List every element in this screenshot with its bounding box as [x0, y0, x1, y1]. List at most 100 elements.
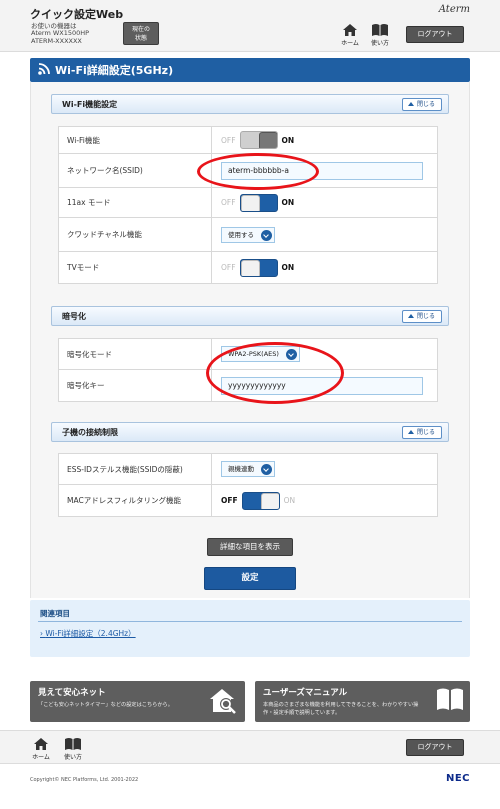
row-label: ネットワーク名(SSID): [59, 154, 212, 187]
mac-filter-toggle[interactable]: OFF ON: [221, 491, 295, 511]
banner-title: 見えて安心ネット: [38, 688, 106, 698]
toggle-off-label: OFF: [221, 496, 238, 505]
footer-logout-button[interactable]: ログアウト: [406, 739, 464, 756]
row-label: ESS-IDステルス機能(SSIDの隠蔽): [59, 454, 212, 484]
toggle-knob: [258, 132, 277, 148]
home-nav[interactable]: ホーム: [339, 23, 361, 47]
related-title: 関連項目: [40, 609, 70, 618]
wifi-function-section-header: Wi-Fi機能設定 閉じる: [51, 94, 449, 114]
device-id: ATERM-XXXXXX: [31, 37, 82, 45]
footer-bar: ホーム 使い方 ログアウト: [0, 730, 500, 764]
logout-button[interactable]: ログアウト: [406, 26, 464, 43]
11ax-toggle[interactable]: OFF ON: [221, 193, 294, 213]
chevron-up-icon: [408, 102, 414, 106]
related-items-panel: 関連項目 › Wi-Fi詳細設定（2.4GHz）: [30, 600, 470, 657]
toggle-knob: [240, 194, 260, 211]
home-label: ホーム: [32, 754, 50, 761]
banner-desc-line: 本商品のさまざまな機能を利用してできることを、わかりやすい操: [263, 702, 419, 708]
house-search-icon: [210, 689, 236, 714]
help-label: 使い方: [370, 40, 389, 47]
book-icon: [437, 688, 463, 710]
row-ssid-stealth: ESS-IDステルス機能(SSIDの隠蔽) 親機連動: [58, 453, 438, 485]
row-wifi-function: Wi-Fi機能 OFF ON: [58, 126, 438, 154]
toggle-on-label: ON: [283, 496, 296, 505]
client-restriction-section-header: 子機の接続制限 閉じる: [51, 422, 449, 442]
show-details-button[interactable]: 詳細な項目を表示: [207, 538, 293, 556]
quad-channel-select[interactable]: 使用する: [221, 226, 275, 243]
wifi-icon: [38, 63, 50, 75]
current-status-button[interactable]: 現在の 状態: [123, 22, 159, 45]
book-icon: [372, 24, 388, 36]
collapse-button[interactable]: 閉じる: [402, 426, 442, 439]
copyright: Copyright© NEC Platforms, Ltd. 2001-2022: [30, 777, 139, 783]
row-encryption-key: 暗号化キー: [58, 370, 438, 402]
chevron-up-icon: [408, 314, 414, 318]
banner-desc: 本商品のさまざまな機能を利用してできることを、わかりやすい操 作・設定手順で説明…: [263, 701, 418, 717]
chevron-down-icon: [285, 349, 297, 360]
toggle-track: [239, 193, 278, 212]
toggle-on-label: ON: [281, 135, 295, 145]
home-label: ホーム: [341, 40, 359, 47]
apply-button[interactable]: 設定: [204, 567, 296, 590]
row-label: 暗号化キー: [59, 370, 212, 401]
row-encryption-mode: 暗号化モード WPA2-PSK(AES): [58, 338, 438, 370]
book-icon: [65, 738, 81, 750]
page-title-bar: Wi-Fi詳細設定(5GHz): [30, 58, 470, 82]
safe-net-banner[interactable]: 見えて安心ネット 「こども安心ネットタイマー」などの設定はこちらから。: [30, 681, 245, 722]
home-icon: [34, 738, 48, 750]
collapse-label: 閉じる: [417, 101, 436, 108]
row-label: 11ax モード: [59, 188, 212, 217]
row-label: 暗号化モード: [59, 339, 212, 369]
footer-help-nav[interactable]: 使い方: [61, 737, 85, 761]
toggle-on-label: ON: [281, 198, 295, 207]
wifi-function-toggle[interactable]: OFF ON: [221, 130, 294, 150]
encryption-key-input[interactable]: [221, 376, 423, 395]
toggle-track: [239, 131, 278, 149]
toggle-knob: [260, 492, 279, 509]
footer-home-nav[interactable]: ホーム: [30, 737, 52, 761]
banner-title: ユーザーズマニュアル: [263, 688, 348, 698]
row-tv-mode: TVモード OFF ON: [58, 252, 438, 284]
row-mac-filter: MACアドレスフィルタリング機能 OFF ON: [58, 485, 438, 517]
chevron-down-icon: [261, 464, 272, 475]
page-title: Wi-Fi詳細設定(5GHz): [55, 64, 174, 77]
collapse-label: 閉じる: [417, 313, 436, 320]
top-header: クイック設定Web お使いの機器は Aterm WX1500HP ATERM-X…: [0, 0, 500, 52]
ssid-stealth-select[interactable]: 親機連動: [221, 461, 275, 477]
banner-desc-line: 作・設定手順で説明しています。: [263, 710, 341, 716]
divider: [38, 621, 462, 622]
select-value: 親機連動: [228, 465, 254, 473]
home-icon: [343, 24, 357, 36]
collapse-button[interactable]: 閉じる: [402, 310, 442, 323]
chevron-up-icon: [408, 430, 414, 434]
encryption-section-header: 暗号化 閉じる: [51, 306, 449, 326]
row-label: TVモード: [59, 252, 212, 283]
banner-desc: 「こども安心ネットタイマー」などの設定はこちらから。: [38, 702, 173, 708]
row-quad-channel: クワッドチャネル機能 使用する: [58, 218, 438, 252]
chevron-down-icon: [261, 229, 272, 241]
section-title: 暗号化: [62, 312, 86, 321]
row-label: MACアドレスフィルタリング機能: [59, 485, 212, 516]
toggle-on-label: ON: [281, 263, 295, 272]
nec-logo: NEC: [445, 773, 470, 784]
encryption-mode-select[interactable]: WPA2-PSK(AES): [221, 346, 300, 362]
help-label: 使い方: [63, 754, 82, 761]
aterm-logo: Aterm: [438, 4, 470, 15]
toggle-off-label: OFF: [221, 263, 236, 272]
help-nav[interactable]: 使い方: [368, 23, 392, 47]
select-value: 使用する: [228, 230, 254, 239]
row-ssid: ネットワーク名(SSID): [58, 154, 438, 188]
row-label: Wi-Fi機能: [59, 127, 212, 153]
link-text: Wi-Fi詳細設定（2.4GHz）: [45, 629, 136, 638]
toggle-knob: [240, 259, 260, 276]
toggle-track: [239, 258, 278, 277]
row-11ax: 11ax モード OFF ON: [58, 188, 438, 218]
section-title: Wi-Fi機能設定: [62, 100, 118, 109]
collapse-button[interactable]: 閉じる: [402, 98, 442, 111]
tv-mode-toggle[interactable]: OFF ON: [221, 258, 294, 278]
toggle-off-label: OFF: [221, 135, 236, 145]
row-label: クワッドチャネル機能: [59, 218, 212, 251]
wifi-2g-link[interactable]: › Wi-Fi詳細設定（2.4GHz）: [40, 628, 136, 639]
user-manual-banner[interactable]: ユーザーズマニュアル 本商品のさまざまな機能を利用してできることを、わかりやすい…: [255, 681, 470, 722]
ssid-input[interactable]: [221, 161, 423, 180]
